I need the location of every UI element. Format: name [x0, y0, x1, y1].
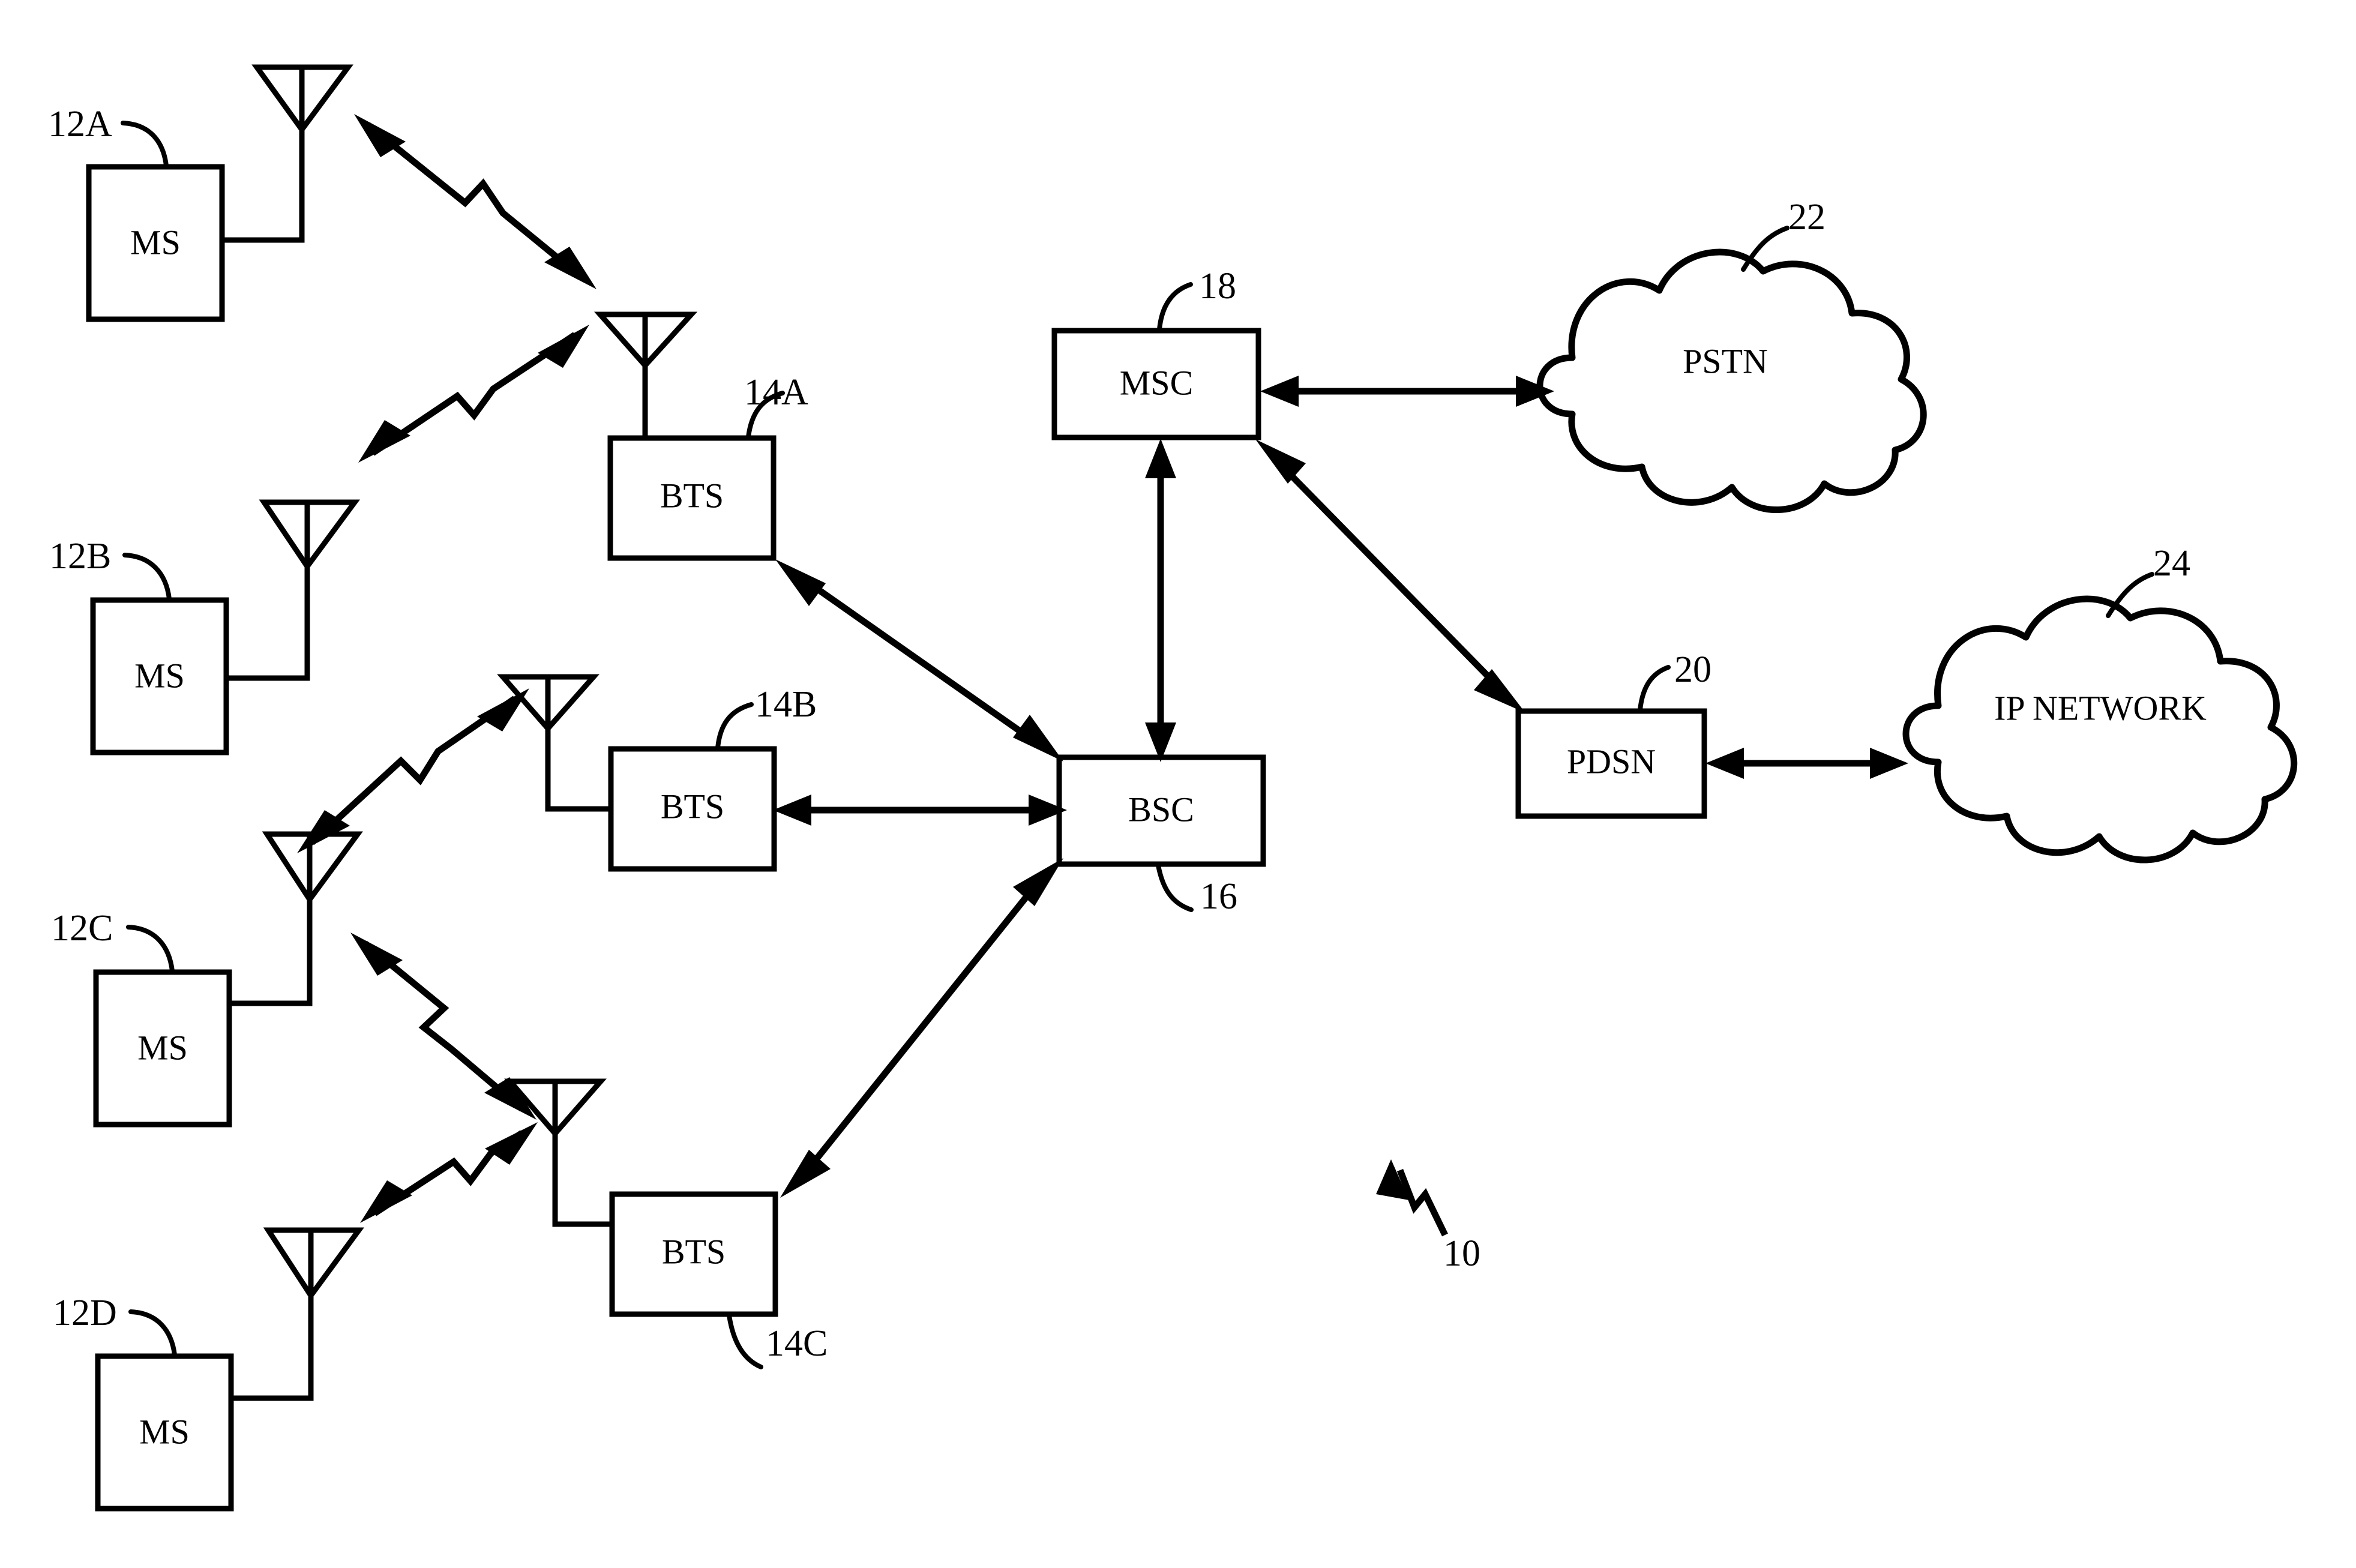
bsc-label: BSC — [1128, 790, 1194, 829]
ms-c-ref-label: 12C — [51, 908, 113, 949]
msc-label: MSC — [1120, 363, 1194, 402]
pstn-ref-label: 22 — [1788, 197, 1826, 238]
pdsn-label: PDSN — [1567, 742, 1656, 781]
ip-network-ref-label: 24 — [2153, 543, 2190, 584]
system-ref-label: 10 — [1443, 1233, 1480, 1274]
network-diagram: MS 12A MS 12B MS 12C MS 12D BTS 14A BTS … — [0, 0, 2356, 1568]
bts-a-ref-label: 14A — [744, 372, 808, 413]
pstn-label: PSTN — [1683, 341, 1768, 380]
bts-c-label: BTS — [662, 1232, 726, 1271]
bts-b-ref-label: 14B — [755, 684, 817, 725]
ms-d-ref-label: 12D — [53, 1293, 117, 1333]
ip-network-label: IP NETWORK — [1994, 688, 2207, 727]
bts-b-label: BTS — [661, 787, 724, 826]
figure-canvas: MS 12A MS 12B MS 12C MS 12D BTS 14A BTS … — [0, 0, 2356, 1568]
ms-c-label: MS — [137, 1028, 188, 1067]
ms-a-ref-label: 12A — [48, 104, 112, 145]
pdsn-ref-label: 20 — [1674, 649, 1711, 690]
bts-c-ref-label: 14C — [766, 1323, 828, 1364]
ms-d-label: MS — [139, 1412, 190, 1451]
ms-b-ref-label: 12B — [49, 536, 111, 577]
ms-a-label: MS — [130, 223, 181, 262]
msc-ref-label: 18 — [1199, 266, 1236, 307]
bts-a-label: BTS — [660, 476, 724, 515]
bsc-ref-label: 16 — [1200, 876, 1237, 917]
ms-b-label: MS — [134, 656, 185, 695]
